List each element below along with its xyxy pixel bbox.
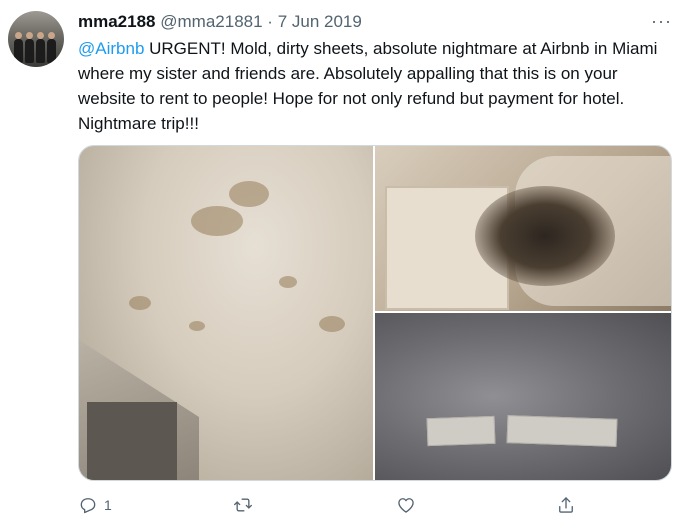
tweet-date[interactable]: 7 Jun 2019	[278, 12, 362, 31]
photo-stain-shape	[319, 316, 345, 332]
photo-tape-shape	[506, 415, 618, 447]
photo-dirty-sheets[interactable]	[375, 313, 671, 480]
avatar-figure	[14, 32, 23, 63]
like-button[interactable]	[396, 490, 416, 520]
media-grid	[78, 145, 672, 481]
tweet-header: mma2188 @mma21881 · 7 Jun 2019	[78, 10, 664, 34]
share-icon	[559, 497, 573, 513]
heart-icon	[398, 498, 414, 513]
share-button[interactable]	[556, 490, 576, 520]
display-name[interactable]: mma2188	[78, 12, 156, 31]
reply-button[interactable]: 1	[78, 490, 112, 520]
reply-count: 1	[104, 497, 112, 513]
tweet-content: mma2188 @mma21881 · 7 Jun 2019 @Airbnb U…	[78, 10, 664, 136]
reply-icon	[80, 498, 96, 514]
more-options-icon[interactable]: ···	[651, 12, 672, 30]
tweet-actions: 1	[78, 490, 638, 520]
user-handle[interactable]: @mma21881	[160, 12, 262, 31]
photo-ceiling-stains[interactable]	[79, 146, 373, 480]
avatar-figure	[36, 32, 45, 63]
tweet-card: mma2188 @mma21881 · 7 Jun 2019 @Airbnb U…	[0, 0, 680, 524]
photo-stain-shape	[191, 206, 243, 236]
avatar[interactable]	[8, 11, 64, 67]
avatar-figure	[25, 32, 34, 63]
photo-stain-shape	[189, 321, 205, 331]
photo-bathroom-mold[interactable]	[375, 146, 671, 311]
photo-doorway-shape	[87, 402, 177, 480]
photo-stain-shape	[279, 276, 297, 288]
photo-mold-shape	[475, 186, 615, 286]
avatar-figure	[47, 32, 56, 63]
photo-stain-shape	[229, 181, 269, 207]
photo-stain-shape	[129, 296, 151, 310]
retweet-button[interactable]	[233, 490, 253, 520]
retweet-icon	[234, 498, 252, 512]
separator-dot: ·	[267, 12, 273, 31]
tweet-body: URGENT! Mold, dirty sheets, absolute nig…	[78, 39, 658, 133]
photo-tape-shape	[426, 415, 496, 447]
mention-link[interactable]: @Airbnb	[78, 39, 144, 58]
tweet-text: @Airbnb URGENT! Mold, dirty sheets, abso…	[78, 36, 663, 136]
